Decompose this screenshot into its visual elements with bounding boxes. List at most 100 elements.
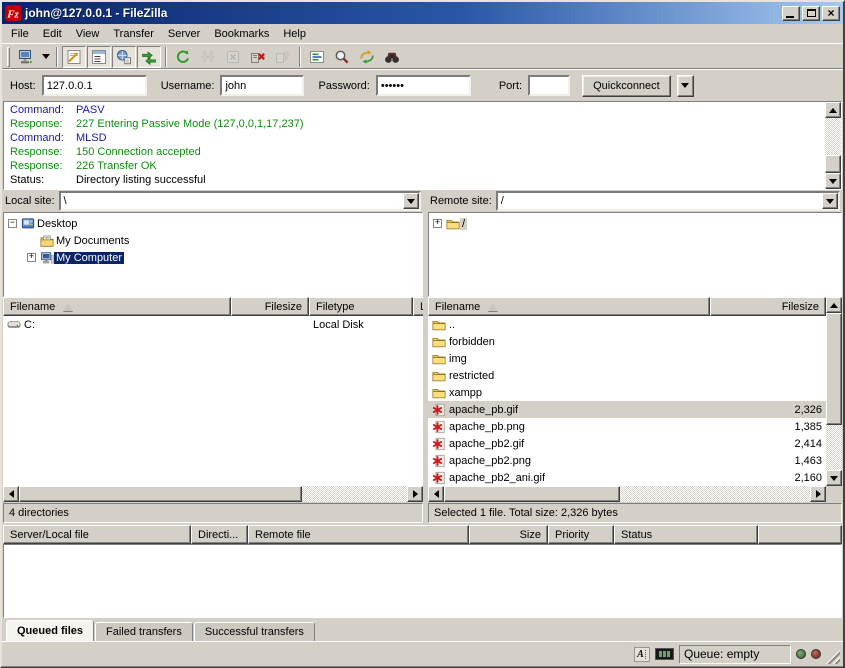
tab-failed-transfers[interactable]: Failed transfers [95, 622, 193, 641]
scroll-right-button[interactable] [407, 486, 423, 502]
tree-item-desktop[interactable]: −Desktop [4, 215, 422, 232]
host-input[interactable] [42, 75, 147, 96]
port-label: Port: [499, 80, 522, 92]
reconnect-button[interactable] [271, 46, 295, 68]
resize-grip[interactable] [826, 650, 840, 664]
username-input[interactable] [220, 75, 304, 96]
maximize-button[interactable] [802, 6, 820, 21]
scrollbar-thumb[interactable] [826, 313, 842, 425]
expand-icon[interactable]: + [27, 253, 36, 262]
minimize-button[interactable] [782, 6, 800, 21]
local-site-dropdown-button[interactable] [403, 193, 419, 209]
menu-edit[interactable]: Edit [36, 26, 69, 42]
column-header-directi[interactable]: Directi... [191, 525, 248, 544]
file-row-xampp[interactable]: xampp [428, 384, 826, 401]
close-button[interactable]: × [822, 6, 840, 21]
tree-item-my-computer[interactable]: +My Computer [4, 249, 422, 266]
column-header-filename[interactable]: Filename [3, 297, 231, 316]
menu-view[interactable]: View [69, 26, 107, 42]
quickconnect-button[interactable]: Quickconnect [582, 75, 671, 97]
scroll-up-button[interactable] [825, 102, 841, 118]
site-manager-button[interactable] [14, 46, 38, 68]
file-cell: C: [3, 316, 231, 333]
directory-listing-filters-button[interactable] [305, 46, 329, 68]
file-row-apache-pb2-ani-gif[interactable]: apache_pb2_ani.gif2,160 [428, 469, 826, 486]
synchronized-browsing-button[interactable] [355, 46, 379, 68]
disconnect-button[interactable] [246, 46, 270, 68]
scroll-left-button[interactable] [3, 486, 19, 502]
scrollbar-thumb[interactable] [19, 486, 302, 502]
find-files-button[interactable] [380, 46, 404, 68]
scrollbar-track[interactable] [19, 486, 407, 502]
log-vertical-scrollbar[interactable] [825, 102, 841, 189]
file-row-[interactable]: .. [428, 316, 826, 333]
menu-bookmarks[interactable]: Bookmarks [207, 26, 276, 42]
scroll-right-button[interactable] [810, 486, 826, 502]
local-site-combobox[interactable]: \ [59, 191, 421, 211]
folder-icon [432, 369, 446, 383]
column-header-size[interactable]: Size [469, 525, 548, 544]
tree-item-my-documents[interactable]: My Documents [4, 232, 422, 249]
scrollbar-thumb[interactable] [825, 155, 841, 173]
directory-comparison-button[interactable] [330, 46, 354, 68]
collapse-icon[interactable]: − [8, 219, 17, 228]
menu-bar: FileEditViewTransferServerBookmarksHelp [2, 24, 843, 43]
toggle-local-tree-button[interactable] [87, 46, 111, 68]
file-row-apache-pb-png[interactable]: apache_pb.png1,385 [428, 418, 826, 435]
scroll-up-button[interactable] [826, 297, 842, 313]
column-header-status[interactable]: Status [614, 525, 758, 544]
arrow-down-icon [830, 476, 838, 481]
menu-file[interactable]: File [4, 26, 36, 42]
column-header-filetype[interactable]: Filetype [309, 297, 413, 316]
remote-site-combobox[interactable]: / [496, 191, 840, 211]
scroll-down-button[interactable] [825, 173, 841, 189]
tree-item-[interactable]: +/ [429, 215, 841, 232]
local-horizontal-scrollbar[interactable] [3, 486, 423, 502]
file-row-forbidden[interactable]: forbidden [428, 333, 826, 350]
column-header-priority[interactable]: Priority [548, 525, 614, 544]
toggle-transfer-queue-icon [141, 49, 157, 65]
expand-icon[interactable]: + [433, 219, 442, 228]
file-row-apache-pb2-png[interactable]: apache_pb2.png1,463 [428, 452, 826, 469]
file-cell [710, 367, 826, 384]
file-row-img[interactable]: img [428, 350, 826, 367]
remote-horizontal-scrollbar[interactable] [428, 486, 826, 502]
process-queue-button[interactable] [196, 46, 220, 68]
toggle-transfer-queue-button[interactable] [137, 46, 161, 68]
column-header-server-local-file[interactable]: Server/Local file [3, 525, 191, 544]
site-manager-dropdown-button[interactable] [39, 46, 52, 68]
file-row-c[interactable]: C:Local Disk [3, 316, 423, 333]
toggle-message-log-button[interactable] [62, 46, 86, 68]
toggle-remote-tree-button[interactable] [112, 46, 136, 68]
port-input[interactable] [528, 75, 570, 96]
scrollbar-track[interactable] [825, 118, 841, 173]
remote-vertical-scrollbar[interactable] [826, 297, 842, 486]
column-header-filesize[interactable]: Filesize [710, 297, 826, 316]
scrollbar-track[interactable] [444, 486, 810, 502]
menu-transfer[interactable]: Transfer [106, 26, 161, 42]
local-status-text: 4 directories [3, 503, 423, 523]
cancel-operation-button[interactable] [221, 46, 245, 68]
column-header-filename[interactable]: Filename [428, 297, 710, 316]
password-input[interactable] [376, 75, 471, 96]
refresh-button[interactable] [171, 46, 195, 68]
file-row-apache-pb-gif[interactable]: apache_pb.gif2,326 [428, 401, 826, 418]
file-cell: 2,326 [710, 401, 826, 418]
column-header-filesize[interactable]: Filesize [231, 297, 309, 316]
file-row-apache-pb2-gif[interactable]: apache_pb2.gif2,414 [428, 435, 826, 452]
scroll-down-button[interactable] [826, 470, 842, 486]
remote-site-bar: Remote site: / [428, 191, 842, 212]
column-header-remote-file[interactable]: Remote file [248, 525, 469, 544]
remote-site-dropdown-button[interactable] [822, 193, 838, 209]
quickconnect-dropdown-button[interactable] [677, 75, 694, 97]
tab-successful-transfers[interactable]: Successful transfers [194, 622, 315, 641]
scrollbar-thumb[interactable] [444, 486, 620, 502]
menu-server[interactable]: Server [161, 26, 207, 42]
file-row-restricted[interactable]: restricted [428, 367, 826, 384]
tab-queued-files[interactable]: Queued files [6, 620, 94, 641]
scroll-left-button[interactable] [428, 486, 444, 502]
log-line-type: Status: [4, 173, 76, 187]
column-header-l[interactable]: L [413, 297, 423, 316]
scrollbar-track[interactable] [826, 425, 842, 470]
menu-help[interactable]: Help [276, 26, 313, 42]
